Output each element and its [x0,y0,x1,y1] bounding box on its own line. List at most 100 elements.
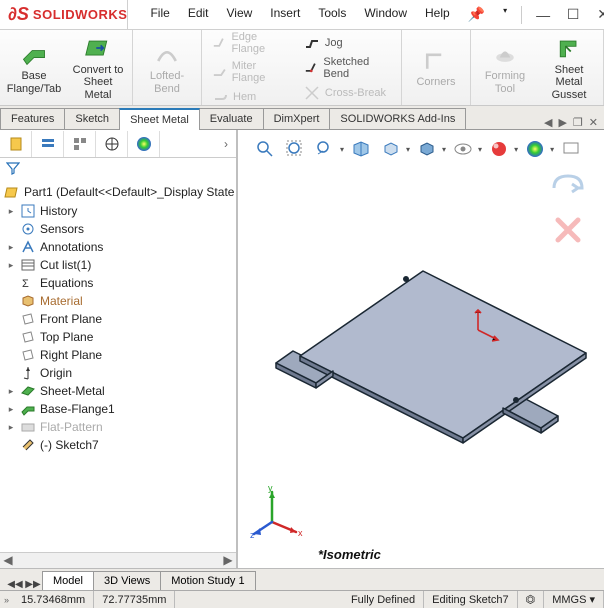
convert-sheetmetal-button[interactable]: Convert to Sheet Metal [70,34,126,100]
tree-item-sheet-metal[interactable]: ▸Sheet-Metal [4,382,236,400]
tree-item-equations[interactable]: ΣEquations [4,274,236,292]
tab-features[interactable]: Features [0,108,65,129]
menu-help[interactable]: Help [417,2,458,27]
property-manager-tab[interactable] [32,131,64,157]
status-expand-icon[interactable]: » [0,595,13,605]
tree-item-origin[interactable]: Origin [4,364,236,382]
heads-up-toolbar: ▾ ▾ ▾ ▾ ▾ ▾ [252,136,584,162]
hide-show-icon[interactable] [450,136,476,162]
tree-item-base-flange1[interactable]: ▸Base-Flange1 [4,400,236,418]
tree-filter[interactable] [0,158,236,180]
tab-sheet-metal[interactable]: Sheet Metal [119,108,200,130]
scene-icon[interactable] [522,136,548,162]
menu-file[interactable]: File [142,2,177,27]
display-manager-tab[interactable] [128,131,160,157]
cmdtab-prev-icon[interactable]: ◀ [544,116,552,129]
zoom-area-icon[interactable] [282,136,308,162]
prev-view-icon[interactable] [312,136,338,162]
hem-button[interactable]: Hem [208,88,292,106]
close-button[interactable]: ✕ [588,6,604,23]
panel-overflow-icon[interactable]: › [216,137,236,151]
miter-flange-button[interactable]: Miter Flange [208,59,292,85]
svg-text:y: y [268,484,273,493]
config-manager-tab[interactable] [64,131,96,157]
status-units[interactable]: MMGS ▾ [544,591,604,608]
pin-icon[interactable]: 📌 [460,2,493,27]
model-render [238,210,598,450]
corners-button[interactable]: Corners [408,46,464,88]
sketched-bend-button[interactable]: Sketched Bend [300,55,395,81]
tree-item-top-plane[interactable]: Top Plane [4,328,236,346]
tree-item-front-plane[interactable]: Front Plane [4,310,236,328]
cmdtab-restore-icon[interactable]: ❐ [573,116,583,129]
edge-flange-button[interactable]: Edge Flange [208,30,292,56]
tree-hscroll[interactable]: ◀▶ [0,552,236,568]
base-flange-button[interactable]: Base Flange/Tab [6,40,62,94]
svg-text:z: z [250,530,255,538]
window-controls: — ☐ ✕ [515,6,604,24]
section-view-icon[interactable] [348,136,374,162]
tree-root[interactable]: Part1 (Default<<Default>_Display State [4,182,236,202]
appearance-icon[interactable] [486,136,512,162]
status-bar: » 15.73468mm 72.77735mm Fully Defined Ed… [0,590,604,608]
graphics-area[interactable]: ▾ ▾ ▾ ▾ ▾ ▾ [238,130,604,568]
view-triad-icon[interactable]: x y z [250,484,304,538]
feature-tree-tab[interactable] [0,131,32,157]
tree-item-right-plane[interactable]: Right Plane [4,346,236,364]
view-settings-icon[interactable] [558,136,584,162]
feature-manager-panel: › Part1 (Default<<Default>_Display State… [0,130,238,568]
title-bar: ∂S SOLIDWORKS File Edit View Insert Tool… [0,0,604,30]
tab-evaluate[interactable]: Evaluate [199,108,264,129]
app-name: SOLIDWORKS [33,7,128,22]
status-edit-context: Editing Sketch7 [424,591,517,608]
svg-text:x: x [298,528,303,538]
status-coord-x: 15.73468mm [13,591,94,608]
tree-item-annotations[interactable]: ▸Annotations [4,238,236,256]
menu-insert[interactable]: Insert [262,2,308,27]
tree-item-flat-pattern[interactable]: ▸Flat-Pattern [4,418,236,436]
menu-view[interactable]: View [219,2,261,27]
jog-button[interactable]: Jog [300,34,395,52]
btab-next-icon[interactable]: ▶▶ [24,579,42,590]
cmdtab-close-icon[interactable]: ✕ [589,116,598,129]
panel-tab-toolbar: › [0,130,236,158]
tab-dimxpert[interactable]: DimXpert [263,108,331,129]
menu-edit[interactable]: Edit [180,2,217,27]
cross-break-button[interactable]: Cross-Break [300,84,395,102]
view-orientation-label: *Isometric [318,547,381,562]
display-style-icon[interactable] [414,136,440,162]
btab-3dviews[interactable]: 3D Views [93,571,161,590]
feature-tree[interactable]: Part1 (Default<<Default>_Display State ▸… [0,180,236,552]
status-sketch-state: Fully Defined [343,591,424,608]
forming-tool-button[interactable]: Forming Tool [477,40,533,94]
btab-prev-icon[interactable]: ◀◀ [6,579,24,590]
gusset-button[interactable]: Sheet Metal Gusset [541,34,597,100]
status-coord-y: 72.77735mm [94,591,175,608]
view-orientation-icon[interactable] [378,136,404,162]
logo-ds-icon: ∂S [8,4,29,25]
status-custom-icon[interactable]: ⏣ [518,591,545,608]
svg-text:Σ: Σ [22,278,29,290]
minimize-button[interactable]: — [528,7,558,23]
tab-addins[interactable]: SOLIDWORKS Add-Ins [329,108,466,129]
top-menu: File Edit View Insert Tools Window Help … [128,2,515,27]
tree-item-cut-list-1-[interactable]: ▸Cut list(1) [4,256,236,274]
tree-item-history[interactable]: ▸History [4,202,236,220]
menu-tools[interactable]: Tools [310,2,354,27]
cmdtab-next-icon[interactable]: ▶ [558,116,566,129]
confirm-ok-icon[interactable] [550,170,586,206]
menu-window[interactable]: Window [356,2,415,27]
lofted-bend-button[interactable]: Lofted-Bend [139,40,195,94]
ribbon: Base Flange/Tab Convert to Sheet Metal L… [0,30,604,106]
tree-item-material-not-specified-[interactable]: Material [4,292,236,310]
command-manager-tabs: Features Sketch Sheet Metal Evaluate Dim… [0,106,604,130]
bottom-tabs: ◀◀ ▶▶ Model 3D Views Motion Study 1 [0,568,604,590]
btab-motion[interactable]: Motion Study 1 [160,571,255,590]
dimxpert-manager-tab[interactable] [96,131,128,157]
zoom-fit-icon[interactable] [252,136,278,162]
tree-item-sensors[interactable]: Sensors [4,220,236,238]
maximize-button[interactable]: ☐ [558,6,588,23]
tab-sketch[interactable]: Sketch [64,108,120,129]
tree-item--sketch7[interactable]: (-) Sketch7 [4,436,236,454]
btab-model[interactable]: Model [42,571,94,590]
